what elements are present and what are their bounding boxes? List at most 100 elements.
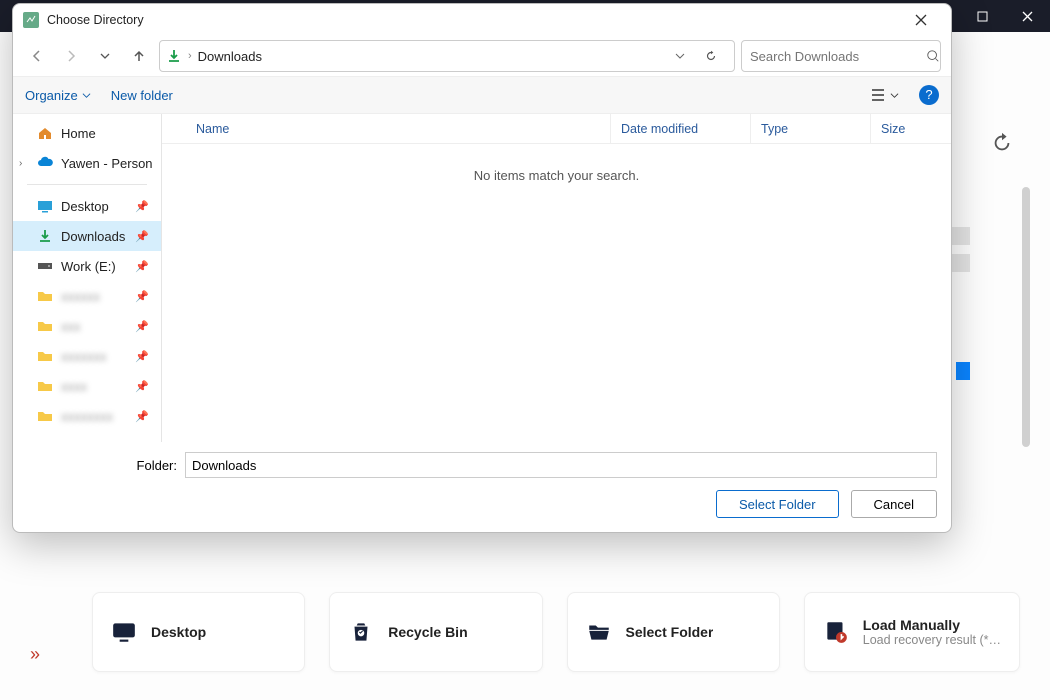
dialog-close-button[interactable] (901, 6, 941, 34)
bg-card-label: Recycle Bin (388, 624, 467, 640)
sidebar-item-work-drive[interactable]: Work (E:) 📌 (13, 251, 161, 281)
sidebar-item-label: Home (61, 126, 96, 141)
download-icon (37, 228, 53, 244)
monitor-icon (111, 619, 137, 645)
address-bar[interactable]: › Downloads (159, 40, 735, 72)
bg-placeholder (952, 227, 970, 245)
address-dropdown-icon[interactable] (674, 50, 698, 62)
sidebar-item-desktop[interactable]: Desktop 📌 (13, 191, 161, 221)
folder-icon (37, 318, 53, 334)
sidebar-item-folder[interactable]: xxxxxxxx 📌 (13, 401, 161, 431)
sidebar-item-folder[interactable]: xxxxxxx 📌 (13, 341, 161, 371)
no-items-message: No items match your search. (162, 144, 951, 442)
nav-back-button[interactable] (23, 42, 51, 70)
pin-icon: 📌 (135, 230, 153, 243)
column-name[interactable]: Name (162, 114, 611, 143)
dialog-nav-row: › Downloads (13, 36, 951, 76)
column-size[interactable]: Size (871, 114, 951, 143)
pin-icon: 📌 (135, 380, 153, 393)
home-icon (37, 125, 53, 141)
bg-selected-indicator (956, 362, 970, 380)
column-type[interactable]: Type (751, 114, 871, 143)
load-icon (823, 619, 849, 645)
sidebar-item-onedrive[interactable]: › Yawen - Personal (13, 148, 161, 178)
dialog-toolbar: Organize New folder ? (13, 76, 951, 114)
bg-close-button[interactable] (1005, 0, 1050, 32)
sidebar-item-label: Work (E:) (61, 259, 116, 274)
bg-card-label: Select Folder (626, 624, 714, 640)
sidebar-item-downloads[interactable]: Downloads 📌 (13, 221, 161, 251)
sidebar-item-folder[interactable]: xxx 📌 (13, 311, 161, 341)
drive-icon (37, 258, 53, 274)
download-icon (166, 48, 182, 64)
nav-recent-button[interactable] (91, 42, 119, 70)
chevron-down-icon (890, 91, 899, 100)
search-input[interactable] (750, 49, 926, 64)
sidebar-item-label: xxxxxxx (61, 349, 107, 364)
pin-icon: 📌 (135, 260, 153, 273)
bg-location-cards: Desktop Recycle Bin Select Folder Load M… (92, 592, 1020, 672)
dialog-footer: Folder: Select Folder Cancel (13, 442, 951, 532)
pin-icon: 📌 (135, 200, 153, 213)
view-mode-button[interactable] (870, 88, 899, 102)
dialog-titlebar: Choose Directory (13, 4, 951, 36)
bg-card-select-folder[interactable]: Select Folder (567, 592, 780, 672)
chevron-right-icon: › (188, 50, 192, 62)
bg-scrollbar[interactable] (1022, 187, 1030, 447)
nav-forward-button[interactable] (57, 42, 85, 70)
trash-icon (348, 619, 374, 645)
column-date[interactable]: Date modified (611, 114, 751, 143)
sidebar-item-home[interactable]: Home (13, 118, 161, 148)
sidebar: Home › Yawen - Personal Desktop 📌 Downlo… (13, 114, 162, 442)
choose-directory-dialog: Choose Directory › Downloads Organize Ne… (12, 3, 952, 533)
sidebar-item-label: Downloads (61, 229, 125, 244)
address-refresh-icon[interactable] (704, 49, 728, 63)
pin-icon: 📌 (135, 320, 153, 333)
help-button[interactable]: ? (919, 85, 939, 105)
folder-icon (37, 378, 53, 394)
pin-icon: 📌 (135, 410, 153, 423)
bg-placeholder (952, 254, 970, 272)
sidebar-item-folder[interactable]: xxxx 📌 (13, 371, 161, 401)
sidebar-item-label: xxxx (61, 379, 87, 394)
dialog-title: Choose Directory (47, 13, 144, 27)
chevron-down-icon (82, 91, 91, 100)
bg-card-label: Load Manually (863, 617, 1001, 633)
bg-card-desktop[interactable]: Desktop (92, 592, 305, 672)
folder-label: Folder: (27, 458, 177, 473)
select-folder-button[interactable]: Select Folder (716, 490, 839, 518)
cancel-button[interactable]: Cancel (851, 490, 937, 518)
new-folder-button[interactable]: New folder (111, 88, 173, 103)
folder-icon (37, 408, 53, 424)
sidebar-item-label: Desktop (61, 199, 109, 214)
bg-card-sublabel: Load recovery result (*… (863, 633, 1001, 647)
sidebar-item-label: xxxxxxxx (61, 409, 113, 424)
file-list-area: Name Date modified Type Size No items ma… (162, 114, 951, 442)
pin-icon: 📌 (135, 290, 153, 303)
bg-refresh-icon[interactable] (991, 132, 1015, 156)
chevron-right-icon: › (19, 158, 22, 169)
list-icon (870, 88, 886, 102)
search-box[interactable] (741, 40, 941, 72)
app-icon (23, 12, 39, 28)
sidebar-item-folder[interactable]: xxxxxx 📌 (13, 281, 161, 311)
desktop-icon (37, 198, 53, 214)
bg-card-label: Desktop (151, 624, 206, 640)
folder-input[interactable] (185, 452, 937, 478)
column-headers: Name Date modified Type Size (162, 114, 951, 144)
bg-maximize-button[interactable] (960, 0, 1005, 32)
search-icon (926, 49, 940, 63)
nav-up-button[interactable] (125, 42, 153, 70)
sidebar-item-label: Yawen - Personal (61, 156, 153, 171)
sidebar-item-label: xxxxxx (61, 289, 100, 304)
folder-open-icon (586, 619, 612, 645)
bg-expand-icon[interactable]: » (30, 644, 40, 665)
bg-card-recycle[interactable]: Recycle Bin (329, 592, 542, 672)
pin-icon: 📌 (135, 350, 153, 363)
breadcrumb-downloads[interactable]: Downloads (198, 49, 262, 64)
organize-button[interactable]: Organize (25, 88, 91, 103)
sidebar-separator (27, 184, 147, 185)
sidebar-item-label: xxx (61, 319, 81, 334)
folder-icon (37, 348, 53, 364)
bg-card-load-manually[interactable]: Load ManuallyLoad recovery result (*… (804, 592, 1020, 672)
